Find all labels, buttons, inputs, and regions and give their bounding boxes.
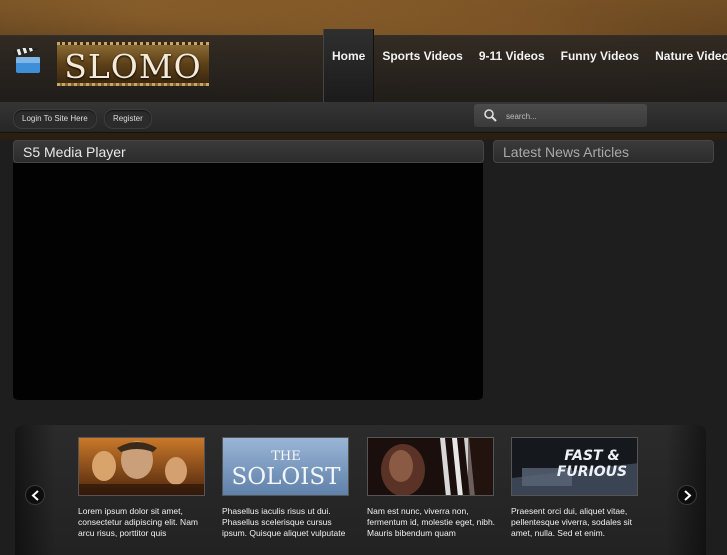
nav-nature-videos[interactable]: Nature Videos	[647, 29, 727, 102]
fast-furious-poster-image: FAST & FURIOUS	[512, 438, 637, 495]
nav-9-11-videos[interactable]: 9-11 Videos	[471, 29, 553, 102]
register-button[interactable]: Register	[104, 109, 152, 129]
site-logo[interactable]: SLOMO	[12, 40, 212, 90]
nav-sports-videos[interactable]: Sports Videos	[374, 29, 470, 102]
carousel-thumb-1[interactable]	[78, 437, 205, 496]
soloist-poster-image: THE SOLOIST	[223, 438, 348, 495]
carousel-caption-4: Praesent orci dui, aliquet vitae, pellen…	[511, 506, 632, 538]
carousel-caption-2: Phasellus iaculis risus ut dui. Phasellu…	[222, 506, 346, 538]
adventure-poster-image	[79, 438, 204, 495]
search-icon[interactable]	[483, 108, 497, 122]
media-player[interactable]	[13, 163, 483, 400]
login-button[interactable]: Login To Site Here	[13, 109, 97, 129]
claws-poster-image	[368, 438, 493, 495]
carousel-thumb-4[interactable]: FAST & FURIOUS	[511, 437, 638, 496]
svg-text:THE: THE	[271, 449, 301, 464]
svg-text:SOLOIST: SOLOIST	[232, 464, 342, 490]
logo-wordmark-box: SLOMO	[57, 42, 209, 86]
svg-text:FAST &: FAST &	[564, 448, 619, 464]
carousel-next-button[interactable]	[677, 485, 697, 505]
search-box	[474, 104, 647, 127]
carousel-prev-button[interactable]	[25, 485, 45, 505]
carousel-caption-3: Nam est nunc, viverra non, fermentum id,…	[367, 506, 496, 538]
latest-news-header: Latest News Articles	[493, 140, 714, 163]
nav-home[interactable]: Home	[323, 29, 375, 102]
logo-text: SLOMO	[64, 47, 202, 86]
media-player-header: S5 Media Player	[13, 140, 484, 163]
carousel-thumb-3[interactable]	[367, 437, 494, 496]
svg-text:FURIOUS: FURIOUS	[557, 464, 627, 480]
search-input[interactable]	[504, 107, 643, 126]
carousel-thumb-2[interactable]: THE SOLOIST	[222, 437, 349, 496]
main-nav: Home Sports Videos 9-11 Videos Funny Vid…	[323, 29, 727, 102]
clapperboard-icon	[14, 48, 40, 73]
carousel-caption-1: Lorem ipsum dolor sit amet, consectetur …	[78, 506, 199, 538]
nav-funny-videos[interactable]: Funny Videos	[553, 29, 647, 102]
chevron-right-icon	[684, 490, 692, 501]
chevron-left-icon	[31, 490, 39, 501]
